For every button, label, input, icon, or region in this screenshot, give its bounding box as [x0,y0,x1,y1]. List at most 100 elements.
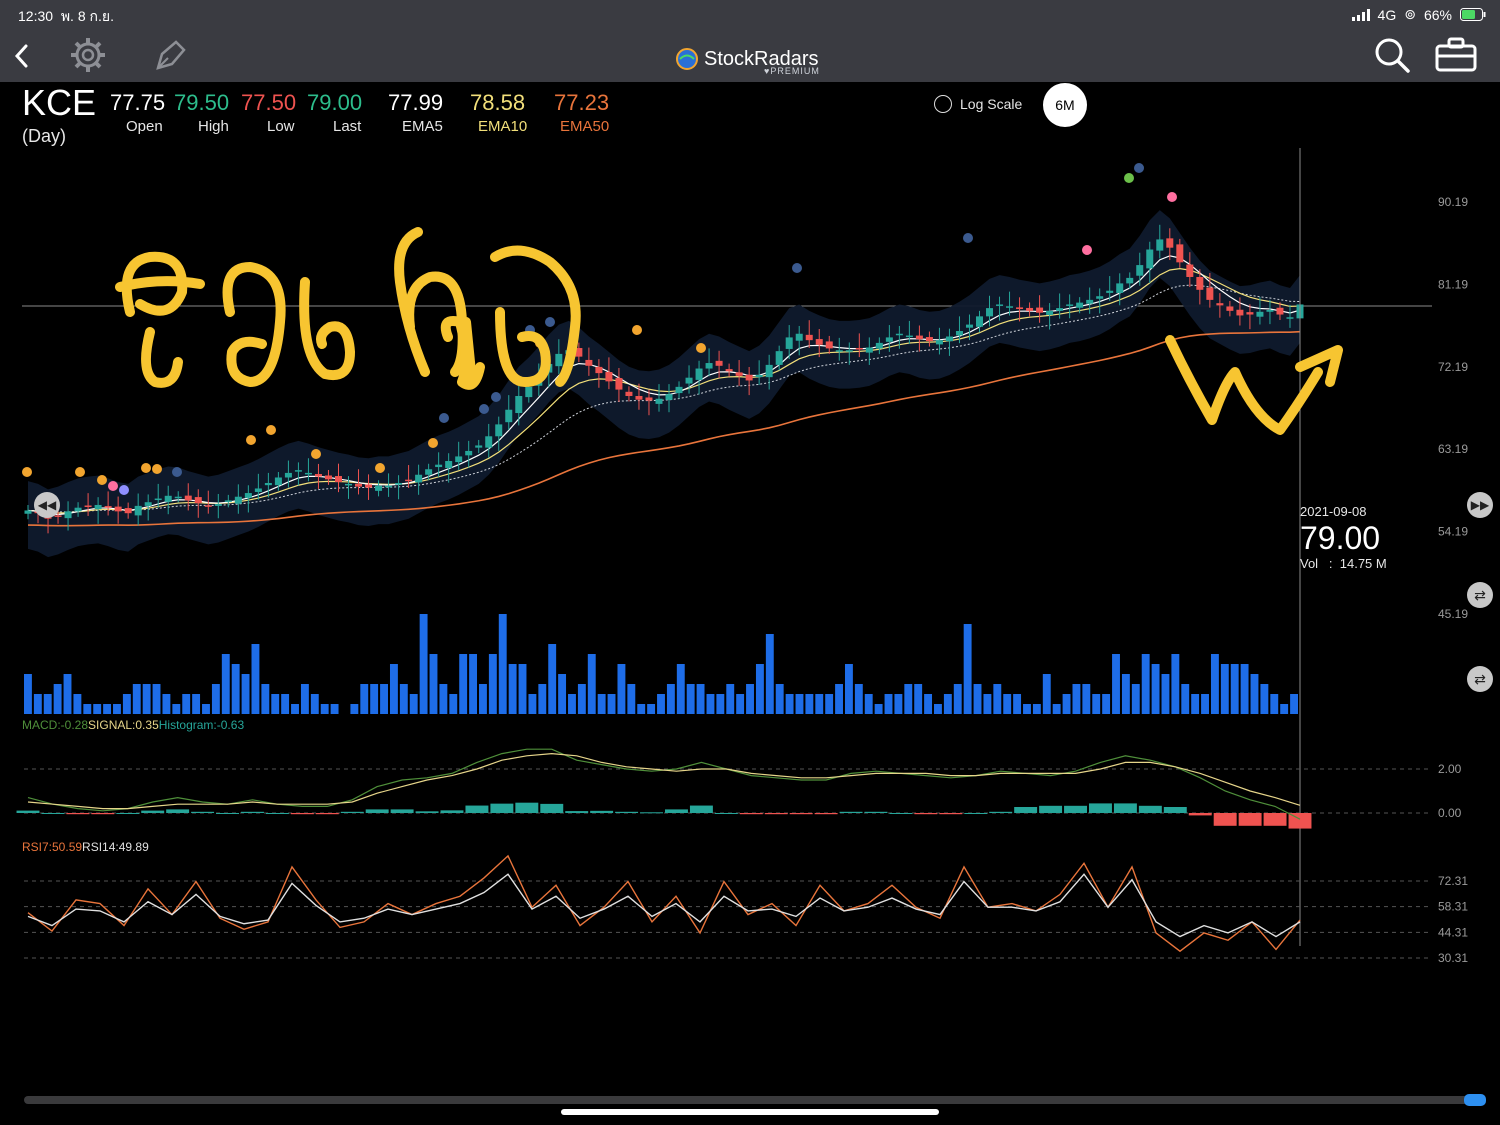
volume-bar [963,624,972,714]
volume-bar [24,674,32,714]
macd-histogram-bar [1089,803,1112,813]
volume-bar [192,694,201,714]
volume-bar [291,704,299,714]
candle-body [685,377,693,384]
signal-dot [428,438,438,448]
volume-bar [83,704,92,714]
volume-bar [1131,684,1140,714]
stock-chart[interactable]: 90.19 81.19 72.19 63.19 54.19 45.19 2.00 0.00 72… [0,82,1500,1125]
macd-histogram-bar [989,811,1013,813]
volume-bar [399,684,408,714]
candle-body [1096,296,1104,299]
macd-histogram-bar [1014,807,1038,813]
macd-histogram-bar [615,811,639,813]
volume-bar [370,684,379,714]
volume-bar [469,654,478,714]
lock-rotation-icon: ⊚ [1404,6,1416,22]
volume-bar [686,684,695,714]
volume-bar [1290,694,1298,714]
volume-bar [182,694,191,714]
volume-bar [152,684,161,714]
scrollbar-thumb[interactable] [1464,1094,1486,1106]
volume-bar [617,664,626,714]
macd-histogram-bar [739,813,763,815]
signal-dot [311,449,321,459]
candle-body [1016,307,1024,310]
search-icon[interactable] [1372,35,1412,75]
macd-histogram-bar [340,811,364,813]
candle-body [945,336,953,342]
rsi14-value-label: RSI14:49.89 [82,840,149,854]
time-scrollbar[interactable] [24,1096,1486,1104]
signal-value-label: SIGNAL:0.35 [88,718,159,732]
signal-dot [152,464,162,474]
volume-bar [904,684,913,714]
briefcase-icon[interactable] [1434,36,1478,74]
volume-bar [498,614,507,714]
volume-bar [706,694,715,714]
candle-body [955,331,963,336]
signal-dot [491,392,501,402]
volume-bar [548,644,557,714]
volume-bar [983,694,992,714]
signal-dot [439,413,449,423]
volume-bar [261,684,270,714]
volume-bar [1032,704,1041,714]
candle-body [996,304,1004,306]
macd-histogram-bar [365,809,389,813]
swap-indicator-button-1[interactable]: ⇄ [1467,582,1493,608]
swap-indicator-button-2[interactable]: ⇄ [1467,666,1493,692]
brand-logo: StockRadars ♥PREMIUM [676,44,819,76]
rsi-tick-label: 72.31 [1438,874,1468,888]
candle-body [174,496,182,499]
volume-bar [459,654,468,714]
signal-icon [1351,8,1370,21]
volume-bar [943,694,952,714]
handwritten-annotation [299,277,355,380]
macd-histogram-bar [789,813,813,815]
volume-bar [785,694,794,714]
scroll-forward-button[interactable]: ▶▶ [1467,492,1493,518]
candle-body [134,505,142,516]
macd-histogram-bar [1238,813,1262,826]
volume-bar [310,694,319,714]
candle-body [855,348,863,350]
volume-bar [419,614,428,714]
candle-body [1266,309,1274,312]
candle-body [925,337,933,342]
candle-body [184,495,192,501]
candle-body [785,337,793,349]
chevron-left-icon[interactable] [12,42,32,70]
scroll-back-button[interactable]: ◀◀ [34,492,60,518]
candle-body [505,409,513,423]
candle-body [234,496,242,504]
volume-bar [43,694,52,714]
candle-body [1186,264,1194,277]
candle-body [1126,277,1134,284]
status-time: 12:30 พ. 8 ก.ย. [18,8,114,24]
volume-bar [350,704,359,714]
candle-body [885,337,893,342]
pen-icon[interactable] [152,36,190,74]
macd-histogram-bar [415,811,439,813]
volume-bar [508,664,517,714]
gear-icon[interactable] [68,35,108,75]
macd-value-label: MACD:-0.28 [22,718,89,732]
macd-label: MACD:-0.28SIGNAL:0.35Histogram:-0.63 [22,718,244,732]
candle-body [1036,307,1044,313]
volume-bar [63,674,72,714]
macd-histogram-bar [1138,805,1162,813]
signal-dot [545,317,555,327]
price-tick-label: 54.19 [1438,525,1468,539]
candle-body [755,374,763,378]
macd-histogram-bar [640,812,663,814]
macd-histogram-bar [590,810,614,813]
candle-body [625,391,633,397]
volume-bar [577,684,586,714]
signal-dot [75,467,85,477]
macd-histogram-bar [1263,813,1287,826]
macd-histogram-bar [116,813,140,814]
signal-dot [963,233,973,243]
macd-histogram-bar [814,813,838,815]
macd-histogram-bar [91,813,115,815]
